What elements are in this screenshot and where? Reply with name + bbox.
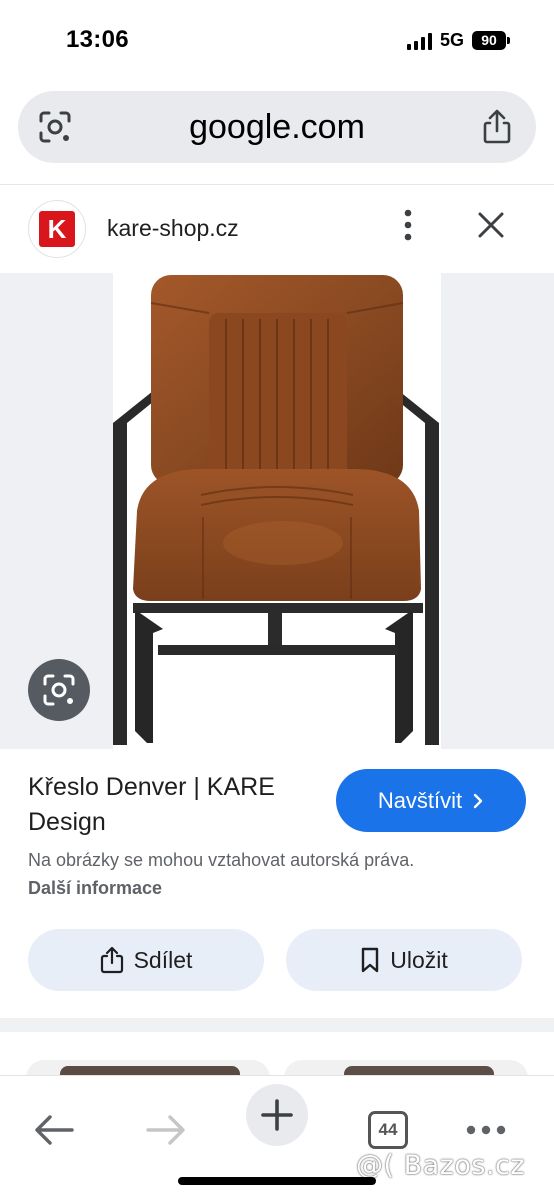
section-separator <box>0 1018 554 1032</box>
close-icon[interactable] <box>474 208 508 242</box>
save-button[interactable]: Uložit <box>286 929 522 991</box>
url-bar[interactable]: google.com <box>18 91 536 163</box>
tab-count: 44 <box>378 1120 398 1139</box>
share-icon[interactable] <box>480 109 514 145</box>
new-tab-button[interactable] <box>246 1084 308 1146</box>
network-type: 5G <box>439 30 464 50</box>
forward-arrow-icon <box>146 1115 185 1145</box>
plus-icon <box>261 1099 293 1131</box>
divider <box>0 184 554 185</box>
url-domain[interactable]: google.com <box>18 108 536 147</box>
logo-k-icon: K <box>48 215 67 243</box>
battery-level: 90 <box>472 31 506 50</box>
source-domain[interactable]: kare-shop.cz <box>107 215 239 242</box>
status-indicators: 5G 90 <box>406 30 510 51</box>
home-indicator[interactable] <box>178 1177 376 1185</box>
back-button[interactable] <box>24 1100 84 1160</box>
back-arrow-icon <box>35 1115 74 1145</box>
lens-icon <box>43 674 75 706</box>
svg-text:K: K <box>48 215 67 243</box>
tabs-icon: 44 <box>368 1111 408 1149</box>
copyright-disclaimer: Na obrázky se mohou vztahovat autorská p… <box>28 846 448 902</box>
chevron-right-icon <box>473 793 483 808</box>
watermark: @( Bazos.cz <box>356 1150 526 1181</box>
disclaimer-text: Na obrázky se mohou vztahovat autorská p… <box>28 850 415 870</box>
signal-icon <box>406 32 432 50</box>
battery-icon: 90 <box>472 31 510 50</box>
share-label: Sdílet <box>133 946 193 973</box>
result-image-area[interactable] <box>0 273 554 749</box>
more-vert-icon[interactable] <box>396 207 420 243</box>
visit-button[interactable]: Navštívit <box>336 769 526 832</box>
site-logo[interactable]: K <box>28 200 86 258</box>
source-row: K kare-shop.cz <box>0 195 554 265</box>
result-title[interactable]: Křeslo Denver | KARE Design <box>28 770 328 840</box>
bookmark-icon <box>362 947 379 973</box>
save-label: Uložit <box>390 946 448 973</box>
status-bar: 13:06 5G 90 <box>0 0 554 84</box>
more-info-link[interactable]: Další informace <box>28 878 162 898</box>
share-icon <box>100 946 123 974</box>
more-horiz-icon <box>466 1125 506 1135</box>
share-button[interactable]: Sdílet <box>28 929 264 991</box>
lens-search-button[interactable] <box>28 659 90 721</box>
status-time: 13:06 <box>66 26 129 53</box>
forward-button[interactable] <box>136 1100 196 1160</box>
chair-image[interactable] <box>113 273 441 749</box>
visit-label: Navštívit <box>377 787 463 813</box>
